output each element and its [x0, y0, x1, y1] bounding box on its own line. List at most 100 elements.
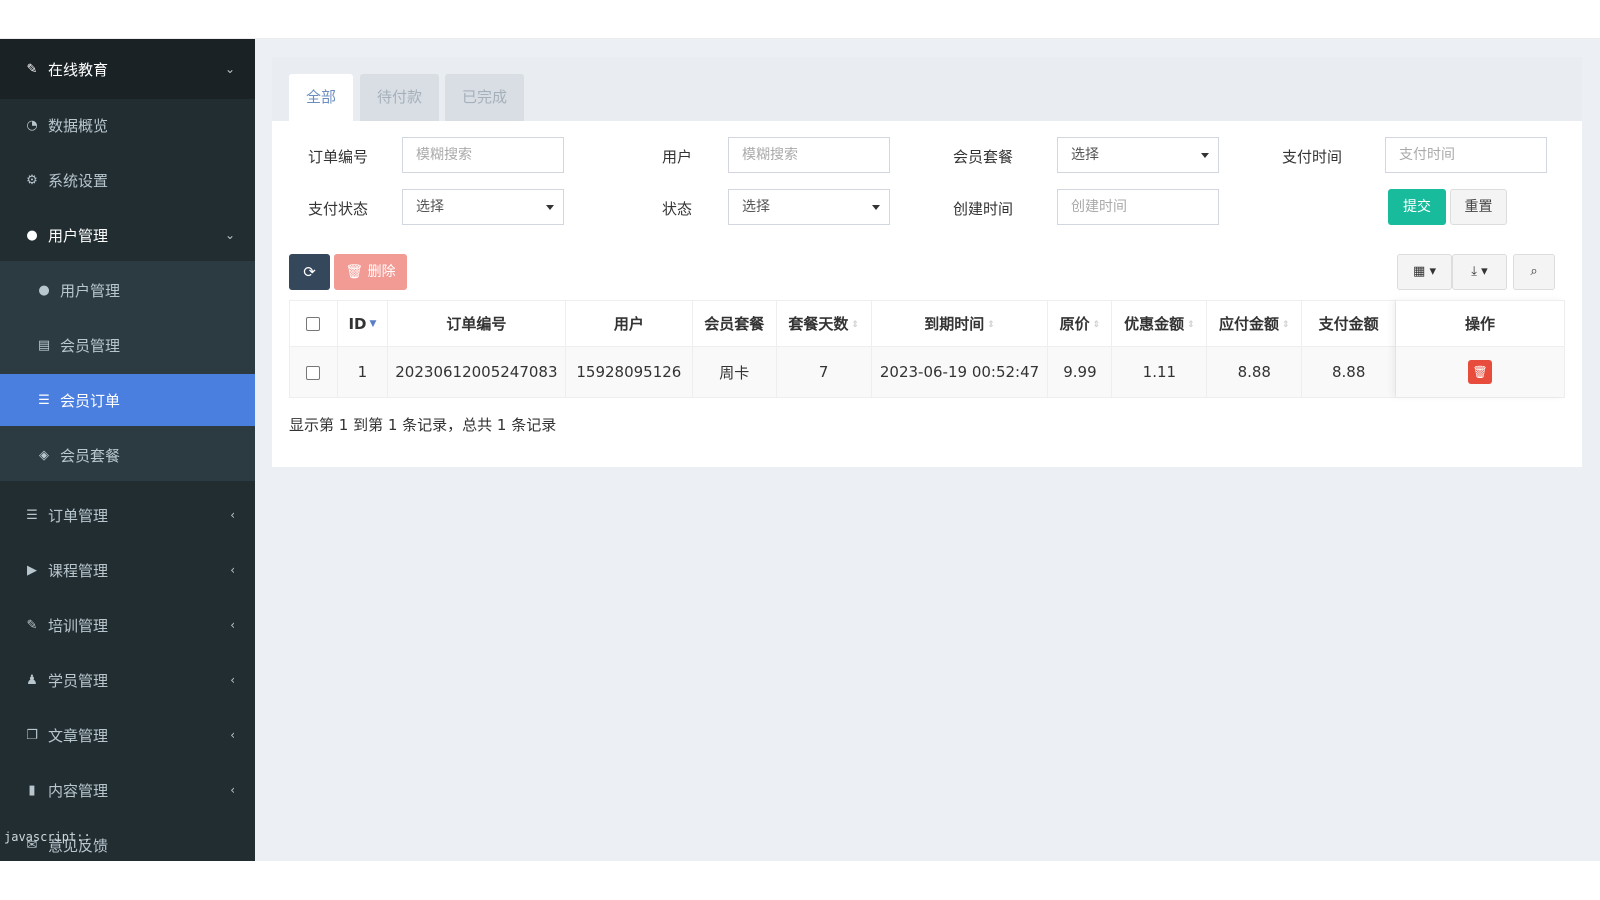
- pay-time-input[interactable]: 支付时间: [1385, 137, 1547, 173]
- sort-desc-icon: ▼: [369, 319, 377, 329]
- sidebar-item-member-management[interactable]: ▤ 会员管理: [0, 319, 255, 371]
- sidebar-item-label: 内容管理: [48, 781, 109, 800]
- tab-bar: 全部 待付款 已完成: [272, 57, 1582, 121]
- sidebar-item-article-management[interactable]: ❐ 文章管理 ‹: [0, 709, 255, 761]
- tab-pending-payment[interactable]: 待付款: [360, 74, 440, 121]
- user-icon: ●: [26, 227, 38, 243]
- cell-price: 9.99: [1047, 346, 1113, 398]
- status-bar-url: javascript:;: [4, 830, 91, 844]
- package-select-value: 选择: [1071, 147, 1099, 163]
- sidebar-item-label: 课程管理: [48, 561, 109, 580]
- cogs-icon: ⚙: [26, 172, 38, 188]
- sidebar-item-student-management[interactable]: ♟ 学员管理 ‹: [0, 654, 255, 706]
- chevron-left-icon: ‹: [230, 728, 235, 742]
- table-header-row: ID ▼ 订单编号 用户 会员套餐 套餐天数 ⇕ 到期时间 ⇕ 原价 ⇕ 优惠金额 ⇕ 应…: [289, 300, 1565, 347]
- pay-status-select[interactable]: 选择: [402, 189, 564, 225]
- sidebar-item-label: 数据概览: [48, 116, 109, 135]
- grid-icon: ▦: [1413, 264, 1426, 279]
- package-select[interactable]: 选择: [1057, 137, 1219, 173]
- column-header-order-no: 订单编号: [386, 300, 566, 347]
- caret-down-icon: [1201, 153, 1209, 158]
- column-header-expire-time[interactable]: 到期时间 ⇕: [870, 300, 1049, 347]
- tab-completed[interactable]: 已完成: [445, 74, 525, 121]
- chevron-left-icon: ‹: [230, 508, 235, 522]
- sort-icon: ⇕: [1282, 319, 1290, 330]
- refresh-button[interactable]: ⟳: [289, 254, 330, 290]
- sidebar-item-label: 文章管理: [48, 726, 109, 745]
- sidebar-item-member-orders[interactable]: ☰ 会员订单: [0, 374, 255, 426]
- sidebar-item-label: 订单管理: [48, 506, 109, 525]
- sidebar-item-label: 系统设置: [48, 171, 109, 190]
- sidebar-item-training-management[interactable]: ✎ 培训管理 ‹: [0, 599, 255, 651]
- education-icon: ✎: [26, 61, 38, 77]
- sidebar-item-label: 会员订单: [60, 391, 121, 410]
- column-header-days[interactable]: 套餐天数 ⇕: [775, 300, 872, 347]
- filter-label-order-no: 订单编号: [308, 148, 369, 166]
- id-card-icon: ▤: [37, 337, 51, 353]
- pay-status-select-value: 选择: [416, 199, 444, 215]
- tab-all[interactable]: 全部: [289, 74, 354, 121]
- search-toggle-button[interactable]: ⌕: [1513, 254, 1555, 290]
- row-select-cell[interactable]: [289, 346, 338, 398]
- select-all-checkbox[interactable]: [306, 317, 321, 331]
- top-bar: [0, 0, 1600, 39]
- row-checkbox[interactable]: [306, 365, 321, 380]
- select-all-header[interactable]: [289, 300, 338, 347]
- status-select-value: 选择: [742, 199, 770, 215]
- sidebar-item-user-list[interactable]: ● 用户管理: [0, 264, 255, 316]
- download-icon: ⤓: [1471, 264, 1478, 279]
- sidebar-item-content-management[interactable]: ▮ 内容管理 ‹: [0, 764, 255, 816]
- sort-icon: ⇕: [987, 319, 995, 330]
- sidebar: ✎ 在线教育 ⌄ ◔ 数据概览 ⚙ 系统设置 ● 用户管理 ⌄ ● 用户管理 ▤…: [0, 39, 255, 861]
- refresh-icon: ⟳: [303, 263, 316, 281]
- sidebar-item-label: 学员管理: [48, 671, 109, 690]
- create-time-input[interactable]: 创建时间: [1057, 189, 1219, 225]
- status-select[interactable]: 选择: [728, 189, 890, 225]
- columns-toggle-button[interactable]: ▦ ▾: [1397, 254, 1452, 290]
- column-header-discount[interactable]: 优惠金额 ⇕: [1111, 300, 1208, 347]
- bottom-bar: [0, 861, 1600, 900]
- orders-table: ID ▼ 订单编号 用户 会员套餐 套餐天数 ⇕ 到期时间 ⇕ 原价 ⇕ 优惠金额 ⇕ 应…: [289, 300, 1565, 398]
- filter-label-status: 状态: [662, 200, 693, 218]
- chevron-left-icon: ‹: [230, 673, 235, 687]
- student-icon: ♟: [26, 672, 38, 688]
- sidebar-item-system-settings[interactable]: ⚙ 系统设置: [0, 154, 255, 206]
- cell-user: 15928095126: [564, 346, 693, 398]
- cell-actions: 🗑: [1395, 346, 1565, 398]
- cell-id: 1: [336, 346, 388, 398]
- file-icon: ▮: [28, 782, 36, 798]
- column-header-payable[interactable]: 应付金额 ⇕: [1206, 300, 1303, 347]
- user-input[interactable]: 模糊搜索: [728, 137, 890, 173]
- order-no-input[interactable]: 模糊搜索: [402, 137, 564, 173]
- play-circle-icon: ▶: [27, 562, 37, 578]
- column-header-id[interactable]: ID ▼: [336, 300, 388, 347]
- trash-icon: 🗑: [1472, 365, 1488, 379]
- row-delete-button[interactable]: 🗑: [1468, 360, 1493, 384]
- list-icon: ☰: [38, 392, 50, 408]
- chevron-left-icon: ‹: [230, 563, 235, 577]
- cell-package: 周卡: [691, 346, 777, 398]
- chevron-down-icon: ⌄: [224, 62, 235, 76]
- sort-icon: ⇕: [1092, 319, 1101, 330]
- sidebar-item-label: 用户管理: [48, 226, 109, 245]
- cube-icon: ◈: [39, 447, 49, 463]
- sidebar-item-label: 会员管理: [60, 336, 121, 355]
- submit-button[interactable]: 提交: [1388, 189, 1446, 225]
- chevron-down-icon: ⌄: [224, 228, 235, 242]
- sidebar-item-order-management[interactable]: ☰ 订单管理 ‹: [0, 489, 255, 541]
- list-icon: ☰: [26, 507, 38, 523]
- column-header-price[interactable]: 原价 ⇕: [1047, 300, 1113, 347]
- sidebar-item-member-packages[interactable]: ◈ 会员套餐: [0, 429, 255, 481]
- sidebar-item-user-management[interactable]: ● 用户管理 ⌄: [0, 209, 255, 261]
- caret-down-icon: [872, 205, 880, 210]
- delete-button[interactable]: 🗑 删除: [334, 254, 407, 290]
- main-content: 全部 待付款 已完成 订单编号 模糊搜索 用户 模糊搜索 会员套餐 选择 支付时…: [255, 39, 1600, 861]
- reset-button[interactable]: 重置: [1450, 189, 1507, 225]
- sidebar-item-dashboard[interactable]: ◔ 数据概览: [0, 99, 255, 151]
- sidebar-item-course-management[interactable]: ▶ 课程管理 ‹: [0, 544, 255, 596]
- export-button[interactable]: ⤓ ▾: [1452, 254, 1507, 290]
- sidebar-item-label: 会员套餐: [60, 446, 121, 465]
- user-icon: ●: [38, 282, 50, 298]
- sidebar-header-online-education[interactable]: ✎ 在线教育 ⌄: [0, 39, 255, 99]
- cell-paid: 8.88: [1301, 346, 1397, 398]
